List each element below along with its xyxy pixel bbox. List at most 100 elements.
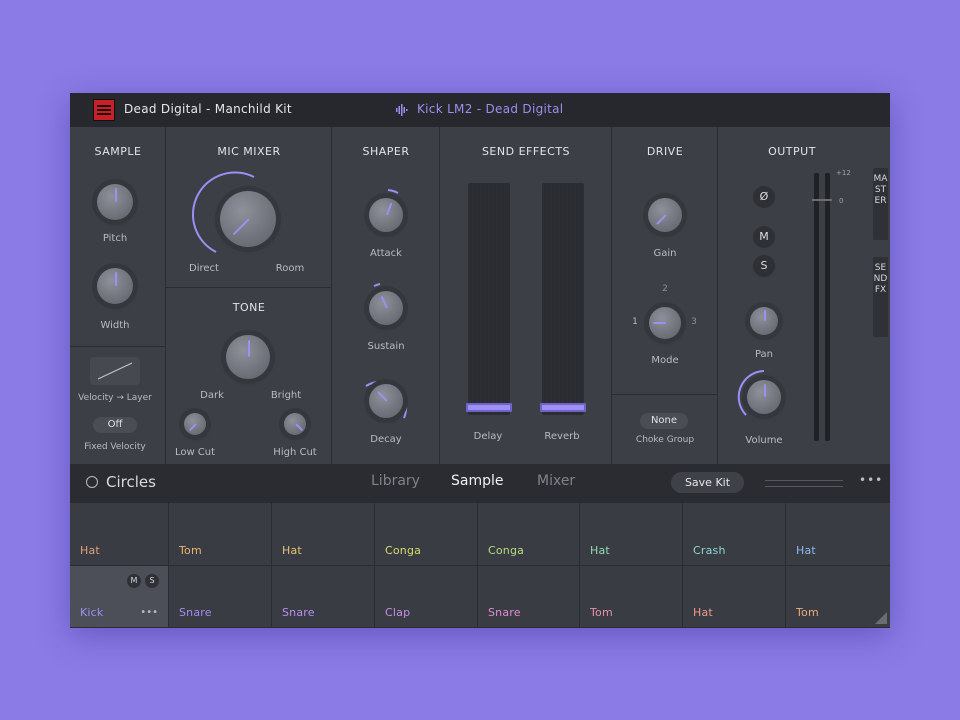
resize-grip-icon[interactable] <box>875 612 887 624</box>
delay-fader-handle[interactable] <box>466 403 512 412</box>
velocity-layer-curve-button[interactable] <box>90 357 140 385</box>
output-title: OUTPUT <box>768 145 816 158</box>
attack-knob[interactable] <box>369 198 403 232</box>
high-cut-label: High Cut <box>273 447 317 458</box>
mode-2-label: 2 <box>662 284 668 294</box>
delay-label: Delay <box>473 431 503 442</box>
save-kit-button[interactable]: Save Kit <box>671 472 744 493</box>
drive-title: DRIVE <box>646 145 684 158</box>
tab-mixer[interactable]: Mixer <box>537 473 575 489</box>
volume-label: Volume <box>745 435 783 446</box>
pad-name: Snare <box>488 606 521 619</box>
low-cut-label: Low Cut <box>174 447 216 458</box>
sample-panel: SAMPLE Pitch Width Velocity → Layer Off … <box>70 127 166 464</box>
pad[interactable]: Tom <box>786 566 890 628</box>
pad-name: Kick <box>80 606 104 619</box>
pad[interactable]: Snare <box>272 566 375 628</box>
pan-knob[interactable] <box>750 307 778 335</box>
decay-label: Decay <box>370 434 402 445</box>
level-lines-icon <box>765 480 843 487</box>
direct-label: Direct <box>189 263 219 274</box>
phase-invert-button[interactable]: Ø <box>753 186 775 208</box>
pad-name: Hat <box>590 544 610 557</box>
pad-selected[interactable]: M S Kick ••• <box>70 566 169 628</box>
send-fx-tab[interactable]: SEND FX <box>873 257 888 337</box>
reverb-fader-track[interactable] <box>542 183 584 415</box>
volume-knob[interactable] <box>747 380 781 414</box>
pad[interactable]: Hat <box>272 503 375 566</box>
pitch-knob[interactable] <box>97 184 133 220</box>
choke-group-select[interactable]: None <box>640 413 688 429</box>
pad-solo-button[interactable]: S <box>145 574 159 588</box>
pad[interactable]: Tom <box>580 566 683 628</box>
pad-name: Hat <box>796 544 816 557</box>
gain-label: Gain <box>653 248 677 259</box>
pad-name: Snare <box>282 606 315 619</box>
pad[interactable]: Hat <box>580 503 683 566</box>
reverb-label: Reverb <box>544 431 580 442</box>
reverb-fader-handle[interactable] <box>540 403 586 412</box>
velocity-layer-label: Velocity → Layer <box>78 393 152 403</box>
pad[interactable]: Tom <box>169 503 272 566</box>
pitch-label: Pitch <box>102 233 128 244</box>
mic-mixer-knob[interactable] <box>220 191 276 247</box>
pad-name: Hat <box>693 606 713 619</box>
pad[interactable]: Conga <box>375 503 478 566</box>
pad-more-icon[interactable]: ••• <box>140 607 158 618</box>
pad-name: Conga <box>488 544 525 557</box>
pad[interactable]: Hat <box>70 503 169 566</box>
tab-sample[interactable]: Sample <box>451 473 504 489</box>
decay-knob[interactable] <box>369 384 403 418</box>
pad[interactable]: Snare <box>169 566 272 628</box>
mode-3-label: 3 <box>691 317 697 327</box>
pad[interactable]: Hat <box>683 566 786 628</box>
tone-title: TONE <box>232 301 266 314</box>
pan-label: Pan <box>754 349 774 360</box>
master-tab[interactable]: MASTER <box>873 168 888 240</box>
delay-fader-track[interactable] <box>468 183 510 415</box>
dark-label: Dark <box>200 390 224 401</box>
send-effects-panel: SEND EFFECTS Delay Reverb <box>440 127 612 464</box>
attack-label: Attack <box>370 248 402 259</box>
sustain-knob[interactable] <box>369 291 403 325</box>
meter-zero-label: 0 <box>839 197 844 205</box>
dead-digital-logo-icon <box>93 99 115 121</box>
low-cut-knob[interactable] <box>184 413 206 435</box>
shaper-panel: SHAPER Attack Sustain Decay <box>332 127 440 464</box>
pad[interactable]: Clap <box>375 566 478 628</box>
output-panel: OUTPUT Ø M S Pan Volume +12 0 <box>718 127 890 464</box>
pad-mute-button[interactable]: M <box>127 574 141 588</box>
pad[interactable]: Crash <box>683 503 786 566</box>
choke-group-label: Choke Group <box>635 435 695 445</box>
mic-mixer-title: MIC MIXER <box>217 145 281 158</box>
gain-knob[interactable] <box>648 198 682 232</box>
pad-name: Conga <box>385 544 422 557</box>
pad-name: Crash <box>693 544 726 557</box>
kit-title[interactable]: Dead Digital - Manchild Kit <box>124 102 292 116</box>
toolbar: Circles Library Sample Mixer Save Kit ••… <box>70 464 890 503</box>
pad[interactable]: Conga <box>478 503 580 566</box>
mode-knob[interactable] <box>649 307 681 339</box>
tone-knob[interactable] <box>226 335 270 379</box>
pad[interactable]: Snare <box>478 566 580 628</box>
room-label: Room <box>275 263 305 274</box>
fixed-velocity-toggle[interactable]: Off <box>93 417 137 433</box>
more-options-icon[interactable]: ••• <box>859 473 883 487</box>
output-meter-left <box>814 173 819 441</box>
mic-mixer-panel: MIC MIXER Direct Room TONE Dark Bright L… <box>166 127 332 464</box>
circles-label[interactable]: Circles <box>106 473 156 491</box>
drive-panel: DRIVE Gain 2 1 3 Mode None Choke Group <box>612 127 718 464</box>
pad-name: Hat <box>282 544 302 557</box>
sample-name[interactable]: Kick LM2 - Dead Digital <box>417 102 563 116</box>
mode-1-label: 1 <box>632 317 638 327</box>
high-cut-knob[interactable] <box>284 413 306 435</box>
pad[interactable]: Hat <box>786 503 890 566</box>
tab-library[interactable]: Library <box>371 473 420 489</box>
width-knob[interactable] <box>97 268 133 304</box>
solo-button[interactable]: S <box>753 255 775 277</box>
mute-button[interactable]: M <box>753 226 775 248</box>
mode-label: Mode <box>651 355 679 366</box>
bright-label: Bright <box>270 390 302 401</box>
circles-icon[interactable] <box>86 476 98 488</box>
waveform-icon <box>396 104 408 116</box>
